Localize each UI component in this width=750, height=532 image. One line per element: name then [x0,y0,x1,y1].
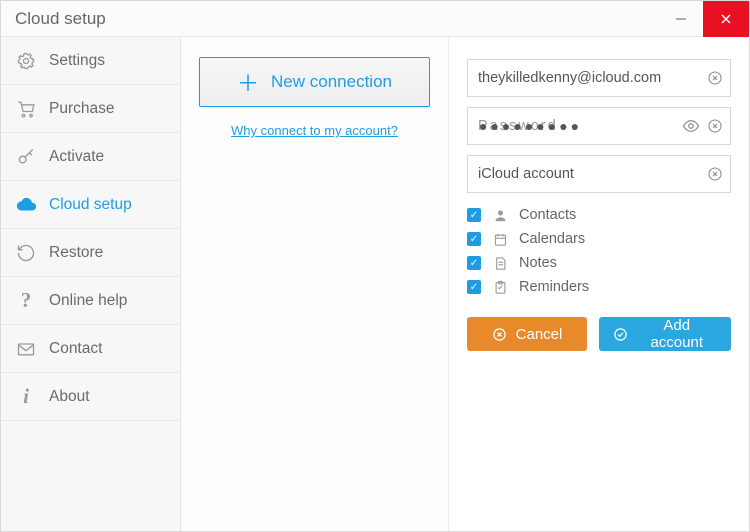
gear-icon [15,51,37,71]
sidebar-item-activate[interactable]: Activate [1,133,180,181]
sync-notes[interactable]: ✓ Notes [467,255,731,271]
window-title: Cloud setup [15,9,659,29]
sidebar-item-label: Settings [49,52,105,70]
cancel-icon [492,326,508,342]
checkbox-icon: ✓ [467,208,481,222]
sidebar-item-label: About [49,388,90,406]
cart-icon [15,99,37,119]
email-field-wrap [467,59,731,97]
form-panel: ●●●●●●●●● ✓ [449,37,749,531]
email-field[interactable] [467,59,731,97]
sidebar: Settings Purchase Activate Cloud setup R [1,37,181,531]
sync-label: Reminders [519,279,589,295]
new-connection-button[interactable]: ＋ New connection [199,57,430,107]
plus-icon: ＋ [237,66,259,98]
cancel-label: Cancel [516,326,563,343]
sidebar-item-label: Contact [49,340,102,358]
sync-label: Notes [519,255,557,271]
why-connect-link[interactable]: Why connect to my account? [199,123,430,138]
sidebar-item-label: Purchase [49,100,114,118]
add-label: Add account [636,317,717,351]
add-account-button[interactable]: Add account [599,317,731,351]
person-icon [491,208,509,223]
help-icon: ? [15,288,37,313]
sidebar-item-contact[interactable]: Contact [1,325,180,373]
minimize-button[interactable] [659,1,703,37]
restore-icon [15,243,37,263]
check-circle-icon [613,326,628,342]
sidebar-item-settings[interactable]: Settings [1,37,180,85]
sidebar-item-online-help[interactable]: ? Online help [1,277,180,325]
mail-icon [15,339,37,359]
close-button[interactable] [703,1,749,37]
clear-email-icon[interactable] [705,68,725,88]
button-row: Cancel Add account [467,317,731,351]
calendar-icon [491,232,509,247]
sidebar-item-label: Cloud setup [49,196,132,214]
reveal-password-icon[interactable] [681,116,701,136]
sidebar-item-label: Activate [49,148,104,166]
cancel-button[interactable]: Cancel [467,317,587,351]
sync-calendars[interactable]: ✓ Calendars [467,231,731,247]
key-icon [15,147,37,167]
center-panel: ＋ New connection Why connect to my accou… [181,37,449,531]
sidebar-item-about[interactable]: i About [1,373,180,421]
sync-options: ✓ Contacts ✓ Calendars ✓ Notes [467,207,731,295]
sidebar-item-label: Restore [49,244,103,262]
titlebar: Cloud setup [1,1,749,37]
sync-label: Contacts [519,207,576,223]
info-icon: i [15,384,37,409]
sidebar-item-restore[interactable]: Restore [1,229,180,277]
checkbox-icon: ✓ [467,232,481,246]
sidebar-item-label: Online help [49,292,127,310]
password-field-wrap: ●●●●●●●●● [467,107,731,145]
checkbox-icon: ✓ [467,280,481,294]
sync-label: Calendars [519,231,585,247]
sidebar-item-purchase[interactable]: Purchase [1,85,180,133]
clear-name-icon[interactable] [705,164,725,184]
cloud-icon [15,194,37,216]
account-name-field[interactable] [467,155,731,193]
reminder-icon [491,280,509,295]
sync-reminders[interactable]: ✓ Reminders [467,279,731,295]
account-name-field-wrap [467,155,731,193]
sidebar-item-cloud-setup[interactable]: Cloud setup [1,181,180,229]
clear-password-icon[interactable] [705,116,725,136]
main-area: Settings Purchase Activate Cloud setup R [1,37,749,531]
sync-contacts[interactable]: ✓ Contacts [467,207,731,223]
checkbox-icon: ✓ [467,256,481,270]
new-connection-label: New connection [271,72,392,92]
note-icon [491,256,509,271]
